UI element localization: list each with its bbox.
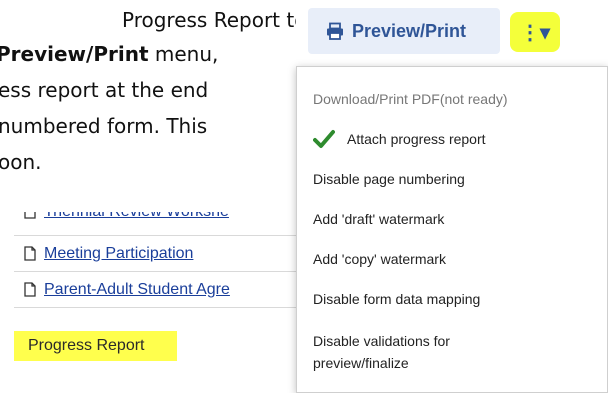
list-item-link[interactable]: Meeting Participation <box>44 245 193 263</box>
menu-item-disable-form-data-mapping[interactable]: Disable form data mapping <box>313 291 480 307</box>
selected-list-item[interactable]: Progress Report <box>14 331 177 361</box>
more-options-button[interactable]: ⋮▾ <box>510 12 560 52</box>
preview-print-button[interactable]: Preview/Print <box>308 8 500 54</box>
menu-item-copy-watermark[interactable]: Add 'copy' watermark <box>313 251 446 267</box>
checkmark-icon <box>313 129 335 152</box>
list-item-link[interactable]: Parent-Adult Student Agre <box>44 281 230 299</box>
document-icon <box>24 246 36 261</box>
menu-item-disable-validations-line2: preview/finalize <box>313 355 409 371</box>
list-item[interactable]: Triennial Review Workshe <box>14 212 314 236</box>
printer-icon <box>326 22 344 40</box>
doc-text-bold: Preview/Print <box>0 42 149 66</box>
doc-text-line-2-rest: menu, <box>148 42 219 66</box>
preview-print-label: Preview/Print <box>352 20 467 41</box>
document-icon <box>24 282 36 297</box>
toolbar: Preview/Print ⋮▾ <box>296 0 608 60</box>
kebab-caret-icon: ⋮▾ <box>519 21 551 44</box>
preview-print-menu: Download/Print PDF(not ready) Attach pro… <box>296 66 608 393</box>
selected-list-item-label: Progress Report <box>28 337 145 354</box>
menu-item-download-pdf[interactable]: Download/Print PDF(not ready) <box>313 91 508 107</box>
doc-text-line-5: oon. <box>0 150 42 174</box>
menu-item-disable-page-numbering[interactable]: Disable page numbering <box>313 171 465 187</box>
list-item[interactable]: Meeting Participation <box>14 236 314 272</box>
menu-item-label: Attach progress report <box>347 131 486 147</box>
doc-text-line-4: numbered form. This <box>0 114 208 138</box>
doc-text-line-3: ess report at the end <box>0 78 209 102</box>
menu-item-attach-progress-report[interactable]: Attach progress report <box>313 130 486 148</box>
doc-text-line-2: Preview/Print menu, <box>0 42 218 66</box>
document-icon <box>24 212 36 219</box>
list-item-link[interactable]: Triennial Review Workshe <box>44 212 229 221</box>
menu-item-draft-watermark[interactable]: Add 'draft' watermark <box>313 211 444 227</box>
menu-item-disable-validations[interactable]: Disable validations for <box>313 333 450 349</box>
list-item[interactable]: Parent-Adult Student Agre <box>14 272 314 308</box>
